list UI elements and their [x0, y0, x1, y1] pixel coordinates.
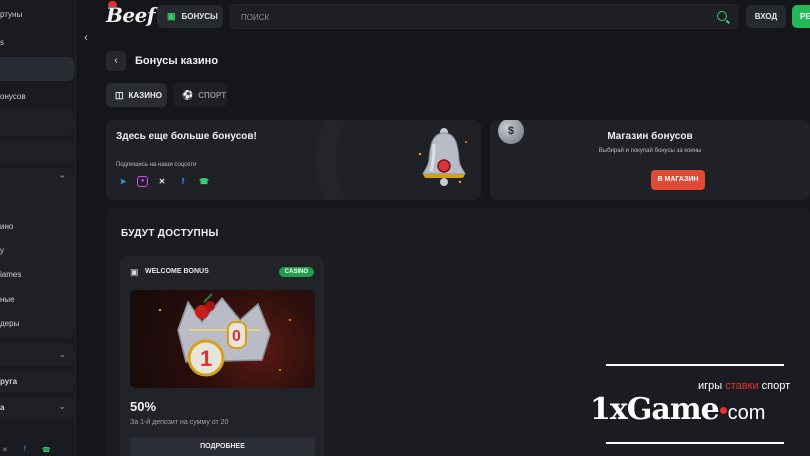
tab-label: СПОРТ	[198, 90, 227, 100]
dot-icon	[719, 407, 727, 414]
gift-icon: ▣	[167, 11, 176, 21]
sidebar-item-active[interactable]	[0, 57, 74, 81]
watermark: игры ставки спорт 1xGame com	[578, 364, 790, 444]
sidebar-group-casino: ⌃	[0, 168, 74, 338]
bonus-title: WELCOME BONUS	[145, 268, 209, 275]
shop-title: Магазин бонусов	[607, 131, 693, 142]
sidebar-item-label: ртуны	[0, 10, 23, 19]
svg-text:0: 0	[232, 328, 241, 345]
chevron-down-icon: ⌄	[58, 349, 66, 359]
bonus-value: 50%	[130, 399, 157, 414]
instagram-icon[interactable]: ●	[137, 176, 148, 187]
chevron-down-icon: ⌄	[58, 401, 66, 411]
bonus-image: 1 0	[130, 290, 315, 388]
x-icon[interactable]: ✕	[2, 446, 8, 454]
sidebar-item-label: у	[0, 246, 4, 255]
header: Beef ▣ БОНУСЫ ВХОД РЕ	[96, 0, 810, 34]
social-links: ➤ ● ✕ f ☎	[116, 175, 211, 189]
gift-icon: ▣	[130, 267, 139, 277]
casino-icon: ◫	[115, 89, 124, 100]
sidebar-item-label: iames	[0, 270, 22, 279]
search-input[interactable]	[241, 10, 701, 24]
sidebar-block	[0, 140, 74, 164]
sidebar-item-label: ные	[0, 295, 15, 304]
category-badge: CASINO	[278, 267, 314, 277]
shop-promo-card: $ Магазин бонусов Выбирай и покупай бону…	[490, 120, 810, 200]
tab-sport[interactable]: ⚽ СПОРТ	[173, 83, 227, 107]
telegram-icon[interactable]: ➤	[116, 175, 130, 189]
facebook-icon[interactable]: f	[176, 175, 190, 189]
chevron-up-icon[interactable]: ⌃	[58, 174, 66, 185]
section-title: БУДУТ ДОСТУПНЫ	[121, 228, 219, 239]
sidebar-item-label: деры	[0, 319, 20, 328]
page-title: Бонусы казино	[135, 55, 219, 67]
whatsapp-icon[interactable]: ☎	[42, 446, 51, 454]
back-button[interactable]: ‹	[106, 51, 126, 71]
svg-text:1: 1	[200, 346, 212, 371]
tab-label: КАЗИНО	[128, 90, 162, 100]
sidebar-block	[0, 110, 74, 136]
sidebar-group-a[interactable]: ⌄	[0, 397, 74, 419]
watermark-tagline: игры ставки спорт	[698, 380, 791, 392]
socials-promo-card: Здесь еще больше бонусов! Подпишись на н…	[106, 120, 481, 200]
sidebar-group[interactable]: ⌄	[0, 343, 74, 367]
tab-casino[interactable]: ◫ КАЗИНО	[106, 83, 167, 107]
details-button[interactable]: ПОДРОБНЕЕ	[130, 437, 315, 456]
shop-subtitle: Выбирай и покупай бонусы за коины	[598, 148, 702, 154]
bonuses-button[interactable]: ▣ БОНУСЫ	[157, 5, 223, 28]
search-icon[interactable]	[717, 11, 727, 21]
chevron-left-icon: ‹	[114, 55, 118, 66]
bonuses-button-label: БОНУСЫ	[181, 12, 218, 21]
watermark-logo: 1xGame com	[590, 392, 766, 427]
shop-button[interactable]: В МАГАЗИН	[651, 170, 705, 190]
sidebar-item-label: онусов	[0, 92, 26, 101]
bell-icon	[418, 128, 467, 186]
sidebar: ртуны s онусов ⌃ ино у iames ные деры ⌄ …	[0, 0, 76, 456]
sidebar-item-label: ино	[0, 222, 14, 231]
login-button[interactable]: ВХОД	[746, 5, 786, 28]
bonus-card[interactable]: ▣ WELCOME BONUS CASINO 1 0 50% За 1-й де…	[120, 256, 324, 456]
watermark-line	[606, 364, 784, 366]
whatsapp-icon[interactable]: ☎	[197, 175, 211, 189]
ball-icon: ⚽	[182, 89, 194, 100]
facebook-icon[interactable]: f	[24, 446, 26, 454]
search-bar	[230, 4, 738, 29]
watermark-line	[606, 442, 784, 444]
x-icon[interactable]: ✕	[155, 175, 169, 189]
bonus-description: За 1-й депозит на сумму от 20	[130, 419, 229, 426]
sidebar-socials: ✕ f ☎	[2, 446, 51, 454]
register-button[interactable]: РЕ	[792, 5, 810, 28]
promo-subtitle: Подпишись на наши соцсети	[116, 162, 197, 168]
sidebar-item-label: s	[0, 38, 4, 47]
promo-title: Здесь еще больше бонусов!	[116, 131, 257, 142]
santa-hat-icon	[108, 1, 117, 7]
collapse-sidebar-icon[interactable]: ‹	[80, 31, 92, 45]
